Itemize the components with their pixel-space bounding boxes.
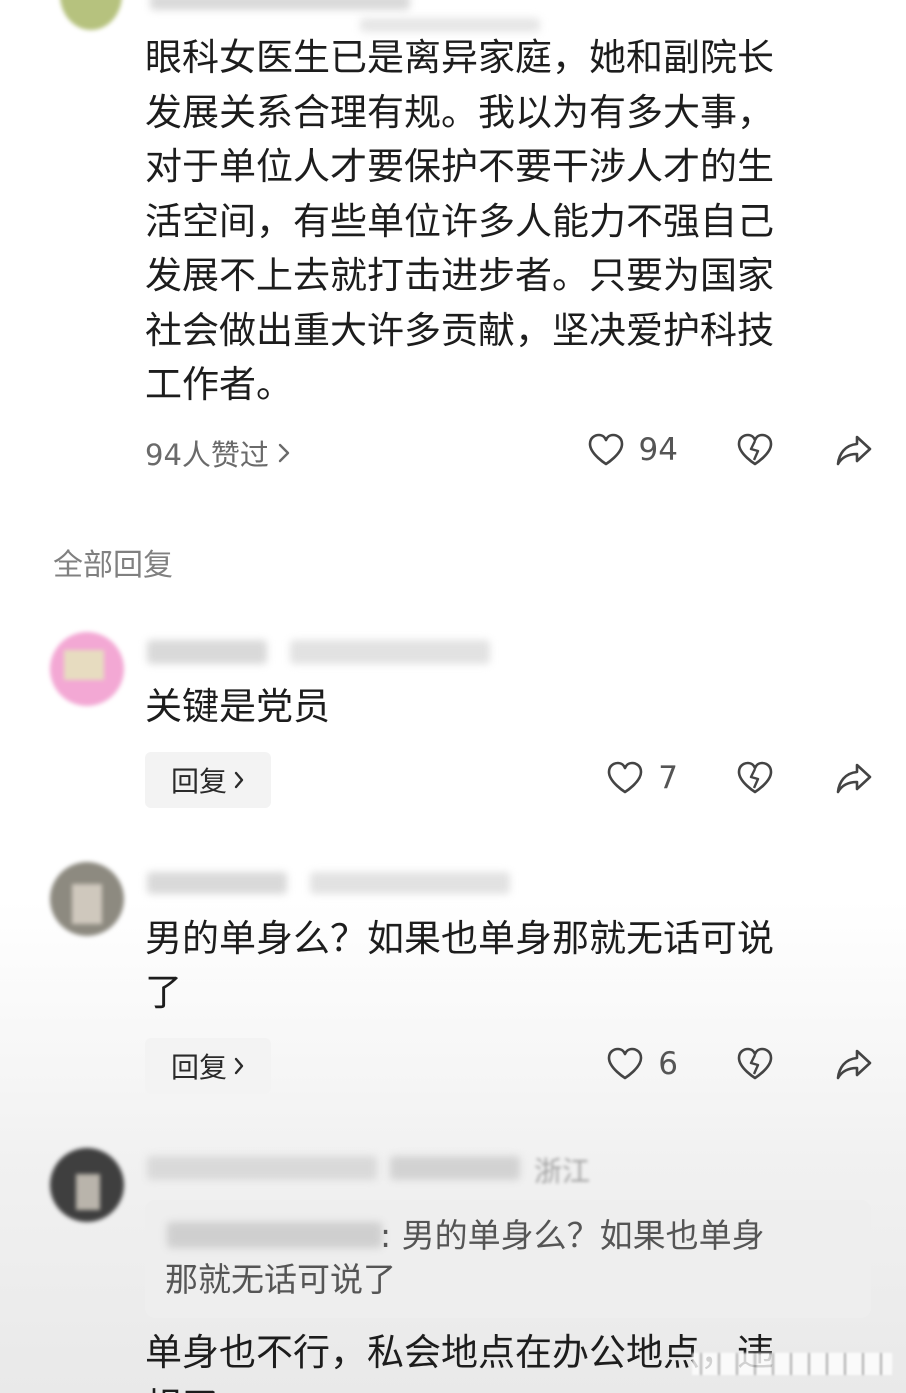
watermark bbox=[692, 1353, 892, 1375]
reply-username-redacted bbox=[147, 872, 287, 894]
post-line: 社会做出重大许多贡献，坚决爱护科技 bbox=[145, 308, 774, 352]
reply-button-label: 回复 bbox=[170, 765, 227, 798]
share-icon bbox=[834, 761, 874, 795]
post-body: 眼科女医生已是离异家庭，她和副院长 发展关系合理有规。我以为有多大事， 对于单位… bbox=[145, 31, 774, 413]
dislike-icon bbox=[736, 760, 774, 796]
quoted-line: 那就无话可说了 bbox=[165, 1260, 396, 1299]
reply-text: 关键是党员 bbox=[145, 680, 330, 734]
like-count: 6 bbox=[658, 1046, 678, 1082]
post-line: 活空间，有些单位许多人能力不强自己 bbox=[145, 199, 774, 243]
reply-username-redacted bbox=[390, 1156, 520, 1180]
post-line: 发展不上去就打击进步者。只要为国家 bbox=[145, 254, 774, 297]
heart-icon bbox=[606, 760, 644, 796]
share-icon bbox=[834, 1047, 874, 1081]
quoted-text: : 男的单身么？如果也单身 那就无话可说了 bbox=[165, 1214, 765, 1302]
reply-username-redacted bbox=[290, 640, 490, 664]
reply-text: 男的单身么？如果也单身那就无话可说 了 bbox=[145, 912, 774, 1020]
reply-avatar[interactable] bbox=[50, 862, 124, 936]
post-line: 发展关系合理有规。我以为有多大事， bbox=[145, 90, 774, 134]
reply-avatar[interactable] bbox=[50, 632, 124, 706]
dislike-button[interactable] bbox=[736, 760, 774, 796]
likers-link[interactable]: 94人赞过 bbox=[145, 432, 291, 474]
reply-line: 男的单身么？如果也单身那就无话可说 bbox=[145, 917, 774, 960]
post-line: 工作者。 bbox=[145, 363, 293, 406]
reply-line: 了 bbox=[145, 971, 182, 1014]
reply-actions: 6 bbox=[606, 1046, 874, 1082]
quoted-reply[interactable]: : 男的单身么？如果也单身 那就无话可说了 bbox=[145, 1200, 871, 1318]
post-line: 对于单位人才要保护不要干涉人才的生 bbox=[145, 145, 774, 188]
share-icon bbox=[834, 433, 874, 467]
reply-username-redacted bbox=[310, 872, 510, 894]
post-actions: 94 bbox=[587, 432, 874, 468]
author-avatar[interactable] bbox=[60, 0, 122, 30]
dislike-button[interactable] bbox=[736, 1046, 774, 1082]
like-count: 94 bbox=[638, 432, 678, 468]
reply-button[interactable]: 回复 bbox=[145, 1038, 271, 1094]
reply-line: 关键是党员 bbox=[145, 685, 330, 728]
author-name-redacted bbox=[150, 0, 410, 10]
reply-username-redacted bbox=[147, 640, 267, 664]
reply-location: 浙江 bbox=[534, 1155, 591, 1188]
reply-avatar[interactable] bbox=[50, 1148, 124, 1222]
dislike-icon bbox=[736, 432, 774, 468]
all-replies-heading: 全部回复 bbox=[53, 548, 173, 583]
reply-button-label: 回复 bbox=[170, 1051, 227, 1084]
reply-line: 规了 bbox=[145, 1380, 774, 1393]
author-meta-redacted bbox=[360, 18, 540, 32]
chevron-right-icon bbox=[233, 1056, 245, 1076]
like-button[interactable]: 94 bbox=[587, 432, 678, 468]
comment-thread-page: 眼科女医生已是离异家庭，她和副院长 发展关系合理有规。我以为有多大事， 对于单位… bbox=[0, 0, 906, 1393]
like-button[interactable]: 6 bbox=[606, 1046, 678, 1082]
reply-text: 单身也不行，私会地点在办公地点，违 规了 bbox=[145, 1326, 774, 1393]
reply-line: 单身也不行，私会地点在办公地点，违 bbox=[145, 1331, 774, 1374]
heart-icon bbox=[587, 432, 625, 468]
reply-username-redacted bbox=[147, 1156, 377, 1180]
dislike-button[interactable] bbox=[736, 432, 774, 468]
post-line: 眼科女医生已是离异家庭，她和副院长 bbox=[145, 36, 774, 79]
heart-icon bbox=[606, 1046, 644, 1082]
share-button[interactable] bbox=[834, 1047, 874, 1081]
chevron-right-icon bbox=[233, 770, 245, 790]
chevron-right-icon bbox=[277, 442, 291, 464]
like-button[interactable]: 7 bbox=[606, 760, 678, 796]
reply-button[interactable]: 回复 bbox=[145, 752, 271, 808]
reply-actions: 7 bbox=[606, 760, 874, 796]
dislike-icon bbox=[736, 1046, 774, 1082]
likers-label: 94人赞过 bbox=[145, 438, 269, 472]
quoted-line: : 男的单身么？如果也单身 bbox=[380, 1216, 765, 1255]
share-button[interactable] bbox=[834, 761, 874, 795]
like-count: 7 bbox=[658, 760, 678, 796]
share-button[interactable] bbox=[834, 433, 874, 467]
